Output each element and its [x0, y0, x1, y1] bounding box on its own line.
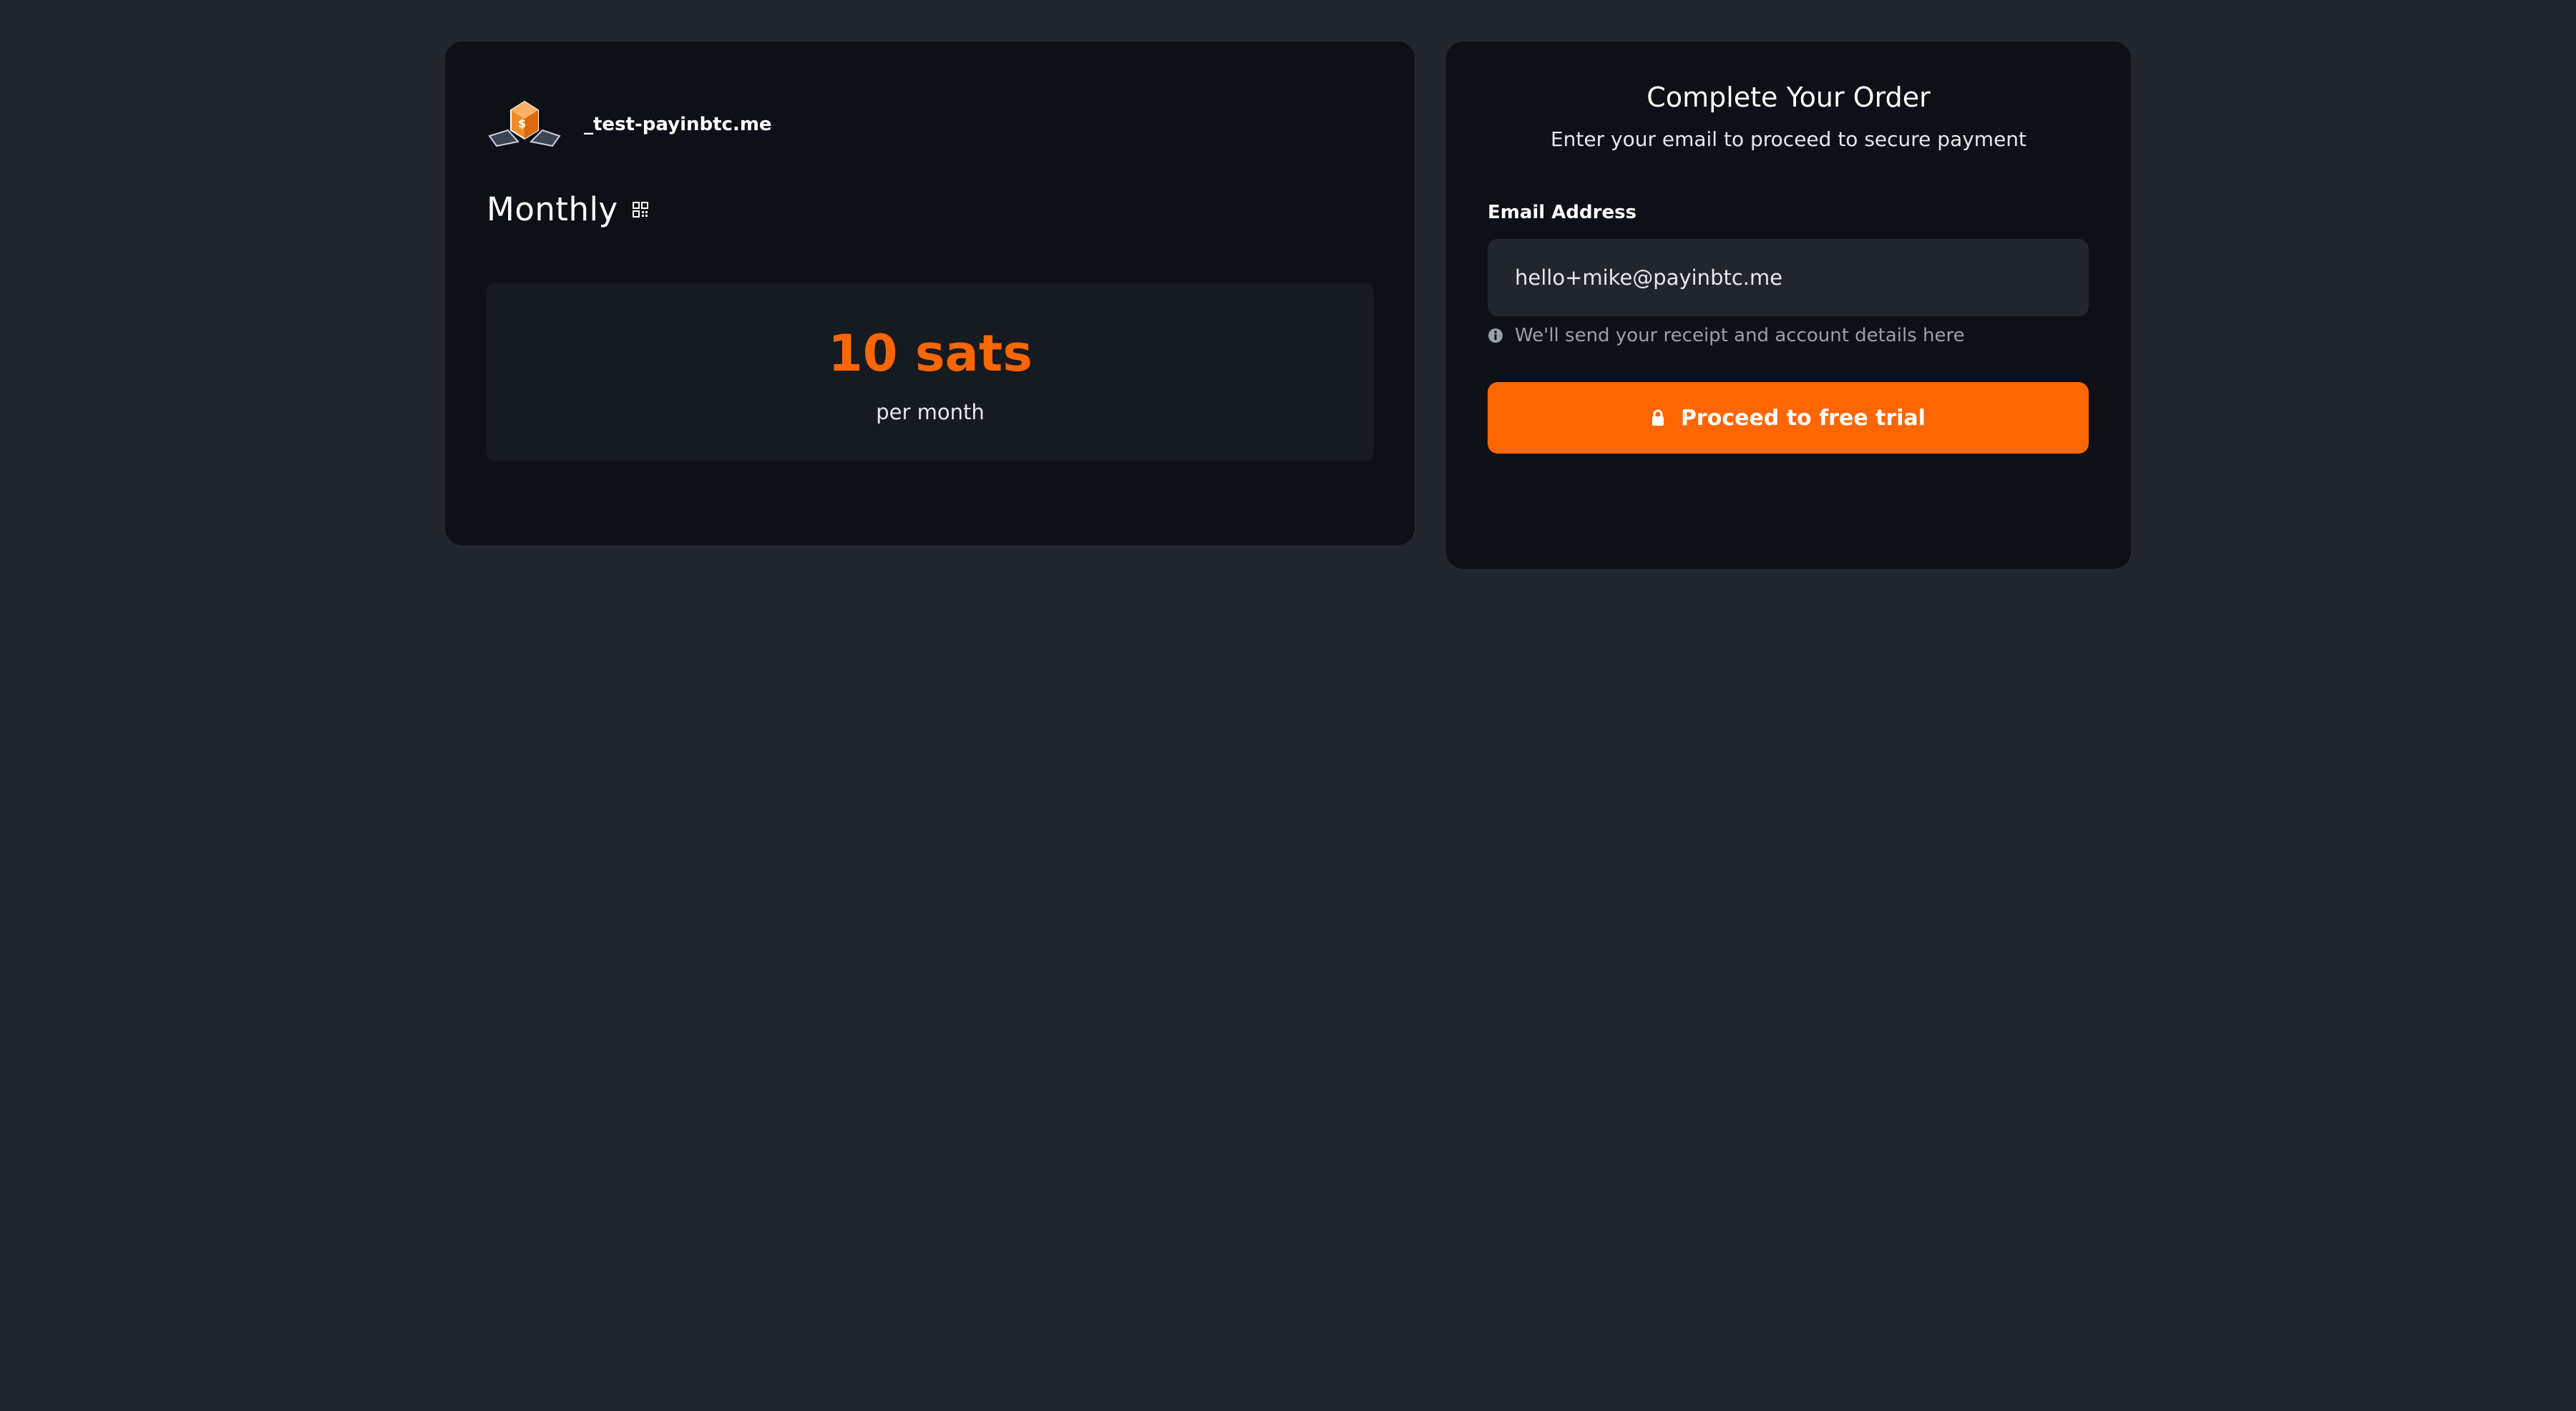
- plan-name: Monthly: [487, 190, 618, 228]
- order-title: Complete Your Order: [1646, 82, 1931, 113]
- email-hint: We'll send your receipt and account deta…: [1488, 325, 1965, 346]
- order-subtitle: Enter your email to proceed to secure pa…: [1550, 127, 2027, 151]
- plan-header: Monthly: [487, 190, 648, 228]
- email-field[interactable]: [1488, 239, 2089, 316]
- price-box: 10 sats per month: [487, 283, 1374, 462]
- plan-period: per month: [876, 400, 985, 424]
- email-label: Email Address: [1488, 202, 1637, 223]
- checkout-page: $ _test-payinbtc.me Monthly 10 sats per …: [0, 0, 2576, 1411]
- svg-text:$: $: [518, 117, 526, 130]
- proceed-button-label: Proceed to free trial: [1680, 405, 1926, 431]
- order-card: Complete Your Order Enter your email to …: [1446, 42, 2131, 569]
- product-card: $ _test-payinbtc.me Monthly 10 sats per …: [445, 42, 1415, 545]
- payinbtc-logo-icon: $: [488, 100, 561, 147]
- qr-code-icon[interactable]: [632, 201, 648, 218]
- merchant-header: $ _test-payinbtc.me: [487, 99, 772, 150]
- lock-icon: [1652, 409, 1664, 426]
- proceed-to-free-trial-button[interactable]: Proceed to free trial: [1488, 382, 2089, 454]
- info-icon: [1488, 328, 1503, 343]
- merchant-name: _test-payinbtc.me: [584, 114, 772, 135]
- plan-price: 10 sats: [828, 324, 1033, 383]
- email-hint-text: We'll send your receipt and account deta…: [1515, 325, 1965, 346]
